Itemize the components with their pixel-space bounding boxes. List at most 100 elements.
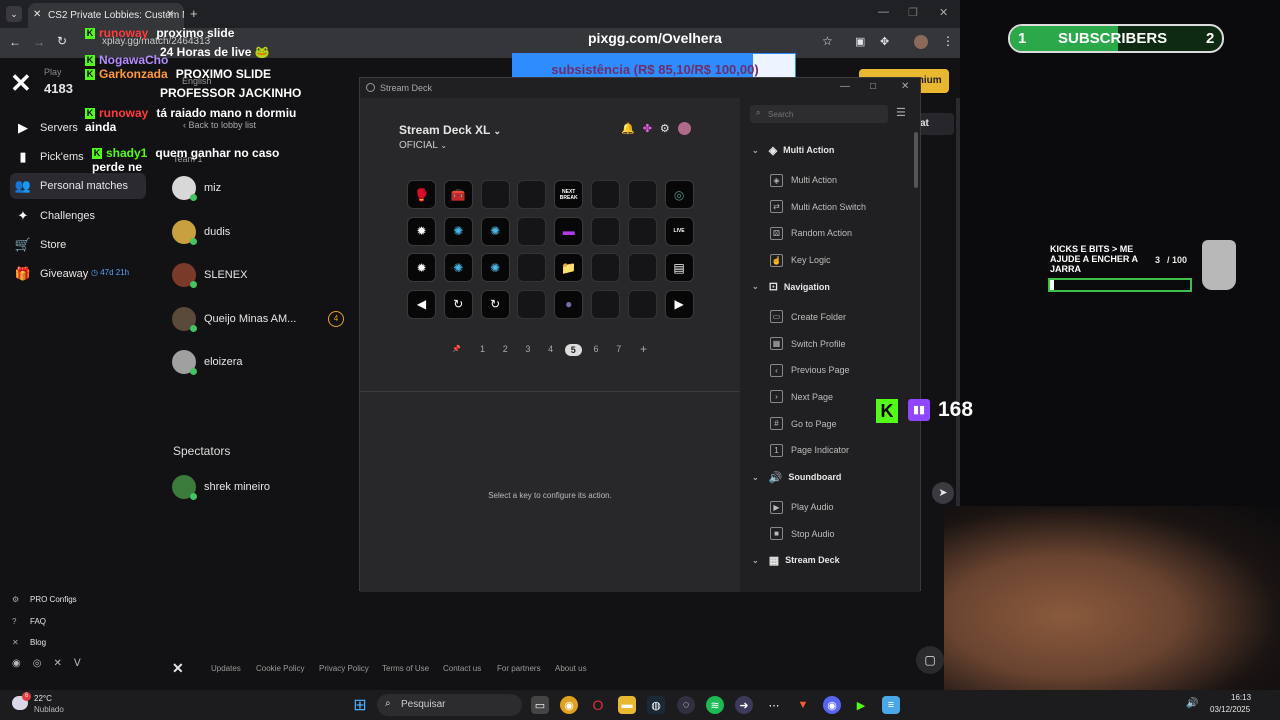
action-item[interactable]: ⇄ Multi Action Switch: [740, 194, 912, 220]
opera-icon[interactable]: O: [589, 696, 607, 714]
player-row[interactable]: dudis: [172, 219, 230, 245]
footer-link[interactable]: About us: [555, 664, 587, 673]
action-item[interactable]: ▦ Switch Profile: [740, 331, 912, 357]
bottom-link-pro-configs[interactable]: ⚙ PRO Configs: [12, 595, 77, 604]
marketplace-icon[interactable]: ✤: [643, 122, 652, 135]
discord-icon[interactable]: ◉: [12, 658, 21, 669]
sd-close-icon[interactable]: ✕: [901, 81, 909, 92]
footer-link[interactable]: Privacy Policy: [319, 664, 369, 673]
add-page-button[interactable]: +: [640, 342, 647, 356]
deck-key[interactable]: ✹: [407, 253, 436, 282]
deck-key[interactable]: 🧰: [443, 180, 473, 209]
brave-icon[interactable]: ▼: [794, 696, 812, 714]
restore-icon[interactable]: ❐: [908, 6, 918, 19]
weather-widget[interactable]: 6 22°C Nublado: [12, 692, 92, 716]
action-category[interactable]: ⌄ ▦ Stream Deck: [740, 547, 912, 573]
player-row[interactable]: miz: [172, 175, 221, 201]
deck-key[interactable]: [591, 289, 620, 319]
deck-key[interactable]: [517, 216, 547, 246]
page-button[interactable]: 3: [525, 344, 530, 354]
x-icon[interactable]: ✕: [53, 658, 61, 669]
action-category[interactable]: ⌄ ◈ Multi Action: [740, 137, 912, 163]
deck-key[interactable]: 📁: [554, 253, 584, 282]
deck-key[interactable]: ✺: [480, 216, 510, 246]
close-window-icon[interactable]: ✕: [939, 6, 948, 19]
deck-key[interactable]: ✺: [443, 253, 473, 282]
discord-icon[interactable]: ◉: [823, 696, 841, 714]
app-arrow-icon[interactable]: ➜: [735, 696, 753, 714]
deck-key[interactable]: ↻: [443, 289, 473, 319]
back-icon[interactable]: ←: [9, 35, 21, 49]
account-avatar-icon[interactable]: [677, 122, 691, 135]
footer-logo-icon[interactable]: ✕: [172, 660, 184, 677]
deck-key[interactable]: [517, 289, 547, 319]
sidebar-item-challenges[interactable]: ✦ Challenges: [16, 203, 96, 229]
extension-icon[interactable]: ▣: [855, 35, 865, 48]
spectator-row[interactable]: shrek mineiro: [172, 474, 270, 500]
page-button[interactable]: 4: [548, 344, 553, 354]
sidebar-item-servers[interactable]: ▶ Servers: [16, 115, 78, 141]
tab-close-button[interactable]: ✕: [166, 9, 174, 20]
new-tab-button[interactable]: +: [190, 6, 198, 21]
xplay-logo-icon[interactable]: ✕: [10, 68, 32, 99]
minimize-icon[interactable]: —: [878, 6, 889, 18]
actions-scrollbar[interactable]: [914, 132, 918, 188]
deck-key[interactable]: ✹: [407, 216, 436, 246]
sidebar-item-store[interactable]: 🛒 Store: [15, 232, 66, 258]
instagram-icon[interactable]: ◎: [33, 658, 42, 669]
action-item[interactable]: ◈ Multi Action: [740, 167, 912, 193]
app-nodes-icon[interactable]: ⋯: [765, 696, 783, 714]
task-view-icon[interactable]: ▭: [531, 696, 549, 714]
deck-key[interactable]: [627, 180, 657, 209]
profile-selector[interactable]: OFICIAL ⌄: [399, 140, 447, 151]
deck-key[interactable]: NEXT BREAK: [554, 180, 584, 209]
reload-icon[interactable]: ↻: [57, 34, 67, 48]
windows-start-icon[interactable]: ⊞: [351, 696, 369, 714]
action-item[interactable]: ⚄ Random Action: [740, 220, 912, 246]
action-item[interactable]: ‹ Previous Page: [740, 357, 912, 383]
action-item[interactable]: ■ Stop Audio: [740, 521, 912, 547]
page-button[interactable]: 2: [503, 344, 508, 354]
footer-link[interactable]: Contact us: [443, 664, 481, 673]
sd-maximize-icon[interactable]: □: [870, 81, 876, 92]
deck-key[interactable]: ▤: [664, 253, 694, 282]
deck-key[interactable]: [627, 216, 657, 246]
deck-key[interactable]: ▬: [554, 216, 584, 246]
player-row[interactable]: SLENEX: [172, 262, 247, 289]
deck-key[interactable]: [517, 253, 547, 282]
volume-icon[interactable]: 🔊: [1186, 698, 1198, 709]
player-row[interactable]: eloizera: [172, 349, 243, 376]
tab-list-button[interactable]: ⌄: [6, 6, 22, 22]
deck-key[interactable]: ↻: [480, 289, 510, 319]
spotify-icon[interactable]: ≋: [706, 696, 724, 714]
deck-key[interactable]: [591, 216, 620, 246]
deck-key[interactable]: ✺: [443, 216, 473, 246]
list-view-icon[interactable]: ☰: [896, 106, 906, 119]
bookmark-star-icon[interactable]: ☆: [822, 34, 833, 48]
page-button[interactable]: 7: [616, 344, 621, 354]
pin-page-icon[interactable]: 📌: [452, 345, 461, 353]
action-item[interactable]: ▶ Play Audio: [740, 494, 912, 520]
notepad-icon[interactable]: ≡: [882, 696, 900, 714]
puzzle-extension-icon[interactable]: ✥: [880, 35, 889, 48]
footer-link[interactable]: For partners: [497, 664, 541, 673]
search-input[interactable]: [768, 107, 878, 121]
action-search[interactable]: ⌕: [750, 105, 888, 123]
vk-icon[interactable]: ᐯ: [74, 658, 81, 669]
player-row[interactable]: Queijo Minas AM... 4: [172, 306, 344, 332]
chat-bubble-icon[interactable]: ▢: [916, 646, 944, 674]
deck-key[interactable]: [627, 253, 657, 282]
action-category[interactable]: ⌄ 🔊 Soundboard: [740, 464, 912, 490]
sidebar-item-personal-matches[interactable]: 👥 Personal matches: [10, 173, 146, 199]
sidebar-item-giveaway[interactable]: 🎁 Giveaway: [15, 261, 88, 287]
page-button[interactable]: 1: [480, 344, 485, 354]
action-category[interactable]: ⌄ ⊡ Navigation: [740, 274, 912, 300]
active-tab[interactable]: ✕ CS2 Private Lobbies: Custom M: [28, 3, 184, 28]
bottom-link-faq[interactable]: ? FAQ: [12, 617, 46, 626]
file-explorer-icon[interactable]: ▬: [618, 696, 636, 714]
footer-link[interactable]: Cookie Policy: [256, 664, 304, 673]
steam-icon[interactable]: ◍: [647, 696, 665, 714]
footer-link[interactable]: Updates: [211, 664, 241, 673]
deck-key[interactable]: [591, 180, 620, 209]
deck-key[interactable]: 🥊: [407, 180, 436, 209]
